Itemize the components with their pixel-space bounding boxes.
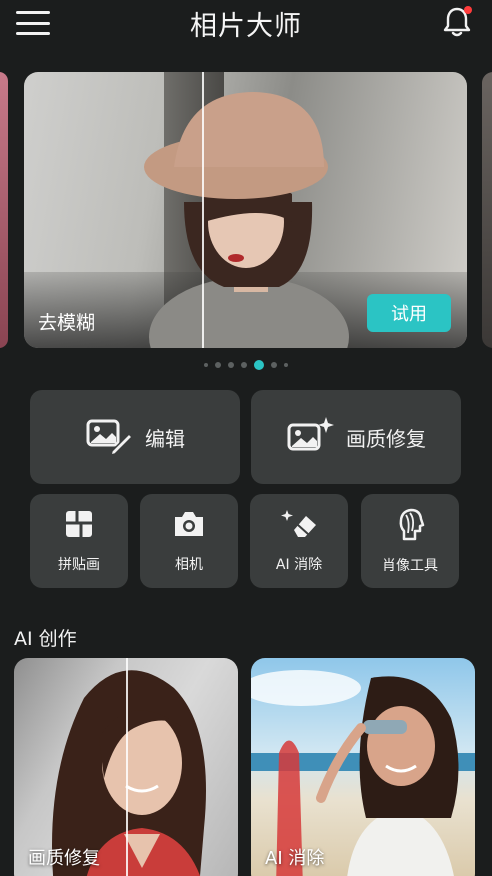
portrait-tools-button[interactable]: 肖像工具 <box>361 494 459 588</box>
carousel-dot[interactable] <box>284 363 288 367</box>
carousel-dot[interactable] <box>271 362 277 368</box>
carousel-dot[interactable] <box>241 362 247 368</box>
carousel-dot[interactable] <box>215 362 221 368</box>
carousel-dot[interactable] <box>204 363 208 367</box>
collage-grid-icon <box>63 508 95 544</box>
top-app-bar: 相片大师 <box>0 0 492 46</box>
eraser-sparkle-icon <box>280 508 318 544</box>
ai-card-erase[interactable]: AI 消除 <box>251 658 475 876</box>
banner-next-peek[interactable] <box>482 72 492 348</box>
collage-label: 拼贴画 <box>58 557 100 573</box>
portrait-profile-icon <box>394 507 426 545</box>
ai-erase-label: AI 消除 <box>275 557 323 573</box>
ai-erase-button[interactable]: AI 消除 <box>250 494 348 588</box>
enhance-button[interactable]: 画质修复 <box>251 390 461 484</box>
carousel-dot[interactable] <box>228 362 234 368</box>
section-title-ai-create: AI 创作 <box>14 628 77 650</box>
feature-banner[interactable]: 去模糊 试用 <box>24 72 467 348</box>
camera-label: 相机 <box>175 557 203 573</box>
camera-icon <box>172 508 206 544</box>
carousel-dot-active[interactable] <box>254 360 264 370</box>
edit-label: 编辑 <box>145 426 185 451</box>
notification-dot <box>464 6 472 14</box>
collage-button[interactable]: 拼贴画 <box>30 494 128 588</box>
banner-prev-peek[interactable] <box>0 72 8 348</box>
image-edit-icon <box>85 415 134 459</box>
banner-feature-label: 去模糊 <box>38 312 96 334</box>
ai-card-divider <box>126 658 128 876</box>
image-sparkle-icon <box>286 415 334 459</box>
edit-button[interactable]: 编辑 <box>30 390 240 484</box>
hamburger-menu-icon[interactable] <box>16 8 50 38</box>
before-after-divider[interactable] <box>202 72 204 348</box>
app-title: 相片大师 <box>190 10 302 42</box>
portrait-tools-label: 肖像工具 <box>382 558 438 574</box>
camera-button[interactable]: 相机 <box>140 494 238 588</box>
try-button[interactable]: 试用 <box>367 294 451 332</box>
bell-icon[interactable] <box>442 6 472 38</box>
enhance-label: 画质修复 <box>346 426 426 451</box>
ai-card-erase-label: AI 消除 <box>265 848 325 869</box>
ai-card-enhance-label: 画质修复 <box>28 848 100 869</box>
ai-card-enhance[interactable]: 画质修复 <box>14 658 238 876</box>
carousel-indicator <box>0 358 492 372</box>
